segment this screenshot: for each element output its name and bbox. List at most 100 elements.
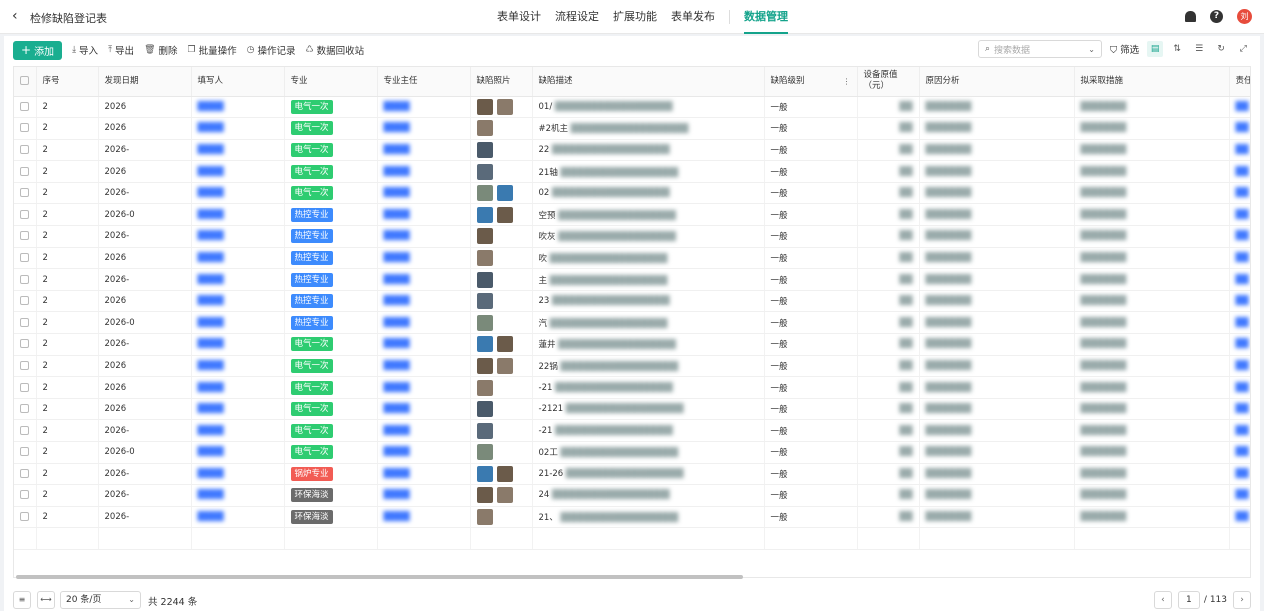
row-checkbox[interactable] bbox=[14, 463, 37, 486]
row-checkbox[interactable] bbox=[14, 182, 37, 205]
defect-photo[interactable] bbox=[476, 379, 493, 396]
col-header[interactable]: 缺陷照片 bbox=[470, 67, 533, 97]
defect-photo[interactable] bbox=[496, 206, 513, 223]
col-header[interactable]: 缺陷描述 bbox=[532, 67, 765, 97]
row-checkbox[interactable] bbox=[14, 203, 37, 227]
row-checkbox[interactable] bbox=[14, 484, 37, 507]
row-checkbox[interactable] bbox=[14, 225, 37, 248]
defect-photo[interactable] bbox=[496, 185, 513, 202]
defect-photo[interactable] bbox=[476, 336, 493, 353]
bell-icon[interactable] bbox=[1185, 11, 1196, 22]
col-header[interactable]: 序号 bbox=[36, 67, 99, 97]
refresh-icon[interactable]: ↻ bbox=[1213, 41, 1229, 57]
defect-photo[interactable] bbox=[476, 271, 493, 288]
horizontal-scrollbar[interactable] bbox=[13, 574, 1251, 580]
row-checkbox[interactable] bbox=[14, 398, 37, 421]
delete-button[interactable]: 🗑 删除 bbox=[144, 43, 177, 57]
defect-photo[interactable] bbox=[476, 185, 493, 202]
row-checkbox[interactable] bbox=[14, 333, 37, 356]
defect-photo[interactable] bbox=[476, 509, 493, 526]
tab-process[interactable]: 流程设定 bbox=[555, 0, 599, 34]
sort-icon[interactable]: ⇅ bbox=[1169, 41, 1185, 57]
defect-photo[interactable] bbox=[496, 487, 513, 504]
search-input[interactable]: ⌕ 搜索数据 ⌄ bbox=[978, 40, 1102, 58]
col-header[interactable]: 原因分析 bbox=[919, 67, 1075, 97]
export-button[interactable]: ⤒ 导出 bbox=[108, 43, 134, 57]
table-row[interactable]: 2 2026 ████ 电气一次 ████ -2121 ████████████… bbox=[14, 398, 1250, 421]
defect-photo[interactable] bbox=[476, 422, 493, 439]
defect-photo[interactable] bbox=[476, 401, 493, 418]
defect-photo[interactable] bbox=[476, 487, 493, 504]
defect-photo[interactable] bbox=[476, 163, 493, 180]
row-checkbox[interactable] bbox=[14, 139, 37, 162]
row-checkbox[interactable] bbox=[14, 290, 37, 313]
table-row[interactable]: 2 2026- ████ 电气一次 ████ 蓮井 ██████████████… bbox=[14, 333, 1250, 356]
table-row[interactable]: 2 2026-0 ████ 电气一次 ████ 02工 ████████████… bbox=[14, 441, 1250, 464]
table-row[interactable]: 2 2026 ████ 电气一次 ████ 22锅 ██████████████… bbox=[14, 355, 1250, 378]
defect-photo[interactable] bbox=[476, 228, 493, 245]
page-size-select[interactable]: 20 条/页 ⌄ bbox=[60, 591, 141, 609]
defect-photo[interactable] bbox=[476, 98, 493, 115]
table-row[interactable]: 2 2026-0 ████ 热控专业 ████ 空预 █████████████… bbox=[14, 203, 1250, 227]
table-row[interactable]: 2 2026 ████ 热控专业 ████ 23 ███████████████… bbox=[14, 290, 1250, 313]
prev-page-button[interactable]: ‹ bbox=[1153, 591, 1172, 609]
defect-photo[interactable] bbox=[496, 465, 513, 482]
batch-button[interactable]: ❐ 批量操作 bbox=[188, 43, 237, 57]
defect-photo[interactable] bbox=[476, 249, 493, 266]
defect-photo[interactable] bbox=[476, 141, 493, 158]
col-header[interactable]: 设备原值（元） bbox=[857, 67, 920, 97]
col-header[interactable]: 责任 bbox=[1229, 67, 1250, 97]
table-row[interactable]: 2 2026- ████ 热控专业 ████ 吹灰 ██████████████… bbox=[14, 225, 1250, 248]
row-checkbox[interactable] bbox=[14, 355, 37, 378]
col-header-level[interactable]: 缺陷级别 ⋮ bbox=[764, 67, 858, 97]
scrollbar-thumb[interactable] bbox=[16, 575, 743, 579]
row-checkbox[interactable] bbox=[14, 96, 37, 119]
defect-photo[interactable] bbox=[476, 357, 493, 374]
defect-photo[interactable] bbox=[476, 293, 493, 310]
recycle-button[interactable]: ♺ 数据回收站 bbox=[305, 43, 364, 57]
row-checkbox[interactable] bbox=[14, 160, 37, 183]
column-width-icon[interactable]: ⟷ bbox=[37, 591, 55, 609]
table-row[interactable]: 2 2026- ████ 电气一次 ████ -21 █████████████… bbox=[14, 419, 1250, 442]
add-button[interactable]: + 添加 bbox=[13, 40, 63, 60]
more-icon[interactable]: ⋮ bbox=[843, 76, 851, 87]
row-checkbox[interactable] bbox=[14, 419, 37, 442]
table-row[interactable]: 2 2026- ████ 电气一次 ████ 02 ██████████████… bbox=[14, 182, 1250, 205]
defect-photo[interactable] bbox=[496, 357, 513, 374]
row-height-icon[interactable]: ≡ bbox=[13, 591, 31, 609]
tab-extension[interactable]: 扩展功能 bbox=[613, 0, 657, 34]
col-header[interactable]: 发现日期 bbox=[98, 67, 192, 97]
table-row[interactable]: 2 2026 ████ 电气一次 ████ -21 ██████████████… bbox=[14, 376, 1250, 399]
help-icon[interactable]: ? bbox=[1210, 10, 1223, 23]
col-header[interactable]: 拟采取措施 bbox=[1074, 67, 1230, 97]
row-checkbox[interactable] bbox=[14, 376, 37, 399]
table-row[interactable]: 2 2026 ████ 电气一次 ████ #2机主 █████████████… bbox=[14, 117, 1250, 140]
table-row[interactable]: 2 2026 ████ 热控专业 ████ 吹 ████████████████… bbox=[14, 247, 1250, 270]
tab-publish[interactable]: 表单发布 bbox=[671, 0, 715, 34]
chevron-left-icon[interactable]: ‹ bbox=[12, 8, 18, 24]
select-all-checkbox[interactable] bbox=[14, 67, 37, 97]
defect-photo[interactable] bbox=[476, 120, 493, 137]
row-checkbox[interactable] bbox=[14, 441, 37, 464]
table-row[interactable]: 2 2026 ████ 电气一次 ████ 01/ ██████████████… bbox=[14, 96, 1250, 119]
tab-data-management[interactable]: 数据管理 bbox=[744, 0, 788, 34]
col-header[interactable]: 填写人 bbox=[191, 67, 285, 97]
log-button[interactable]: ◷ 操作记录 bbox=[247, 43, 296, 57]
defect-photo[interactable] bbox=[496, 336, 513, 353]
row-checkbox[interactable] bbox=[14, 268, 37, 291]
defect-photo[interactable] bbox=[476, 206, 493, 223]
card-view-icon[interactable]: ▤ bbox=[1147, 41, 1164, 57]
defect-photo[interactable] bbox=[476, 465, 493, 482]
avatar[interactable]: 刘 bbox=[1237, 9, 1252, 24]
row-checkbox[interactable] bbox=[14, 311, 37, 335]
fullscreen-icon[interactable]: ⤢ bbox=[1235, 41, 1251, 57]
defect-photo[interactable] bbox=[476, 314, 493, 331]
col-header[interactable]: 专业主任 bbox=[377, 67, 471, 97]
defect-photo[interactable] bbox=[476, 444, 493, 461]
filter-button[interactable]: ⛉ 筛选 bbox=[1110, 42, 1139, 56]
row-checkbox[interactable] bbox=[14, 117, 37, 140]
row-checkbox[interactable] bbox=[14, 247, 37, 270]
page-input[interactable]: 1 bbox=[1177, 591, 1200, 609]
table-row[interactable]: 2 2026- ████ 环保海淡 ████ 21、 █████████████… bbox=[14, 506, 1250, 529]
table-row[interactable]: 2 2026-0 ████ 热控专业 ████ 汽 ██████████████… bbox=[14, 311, 1250, 335]
